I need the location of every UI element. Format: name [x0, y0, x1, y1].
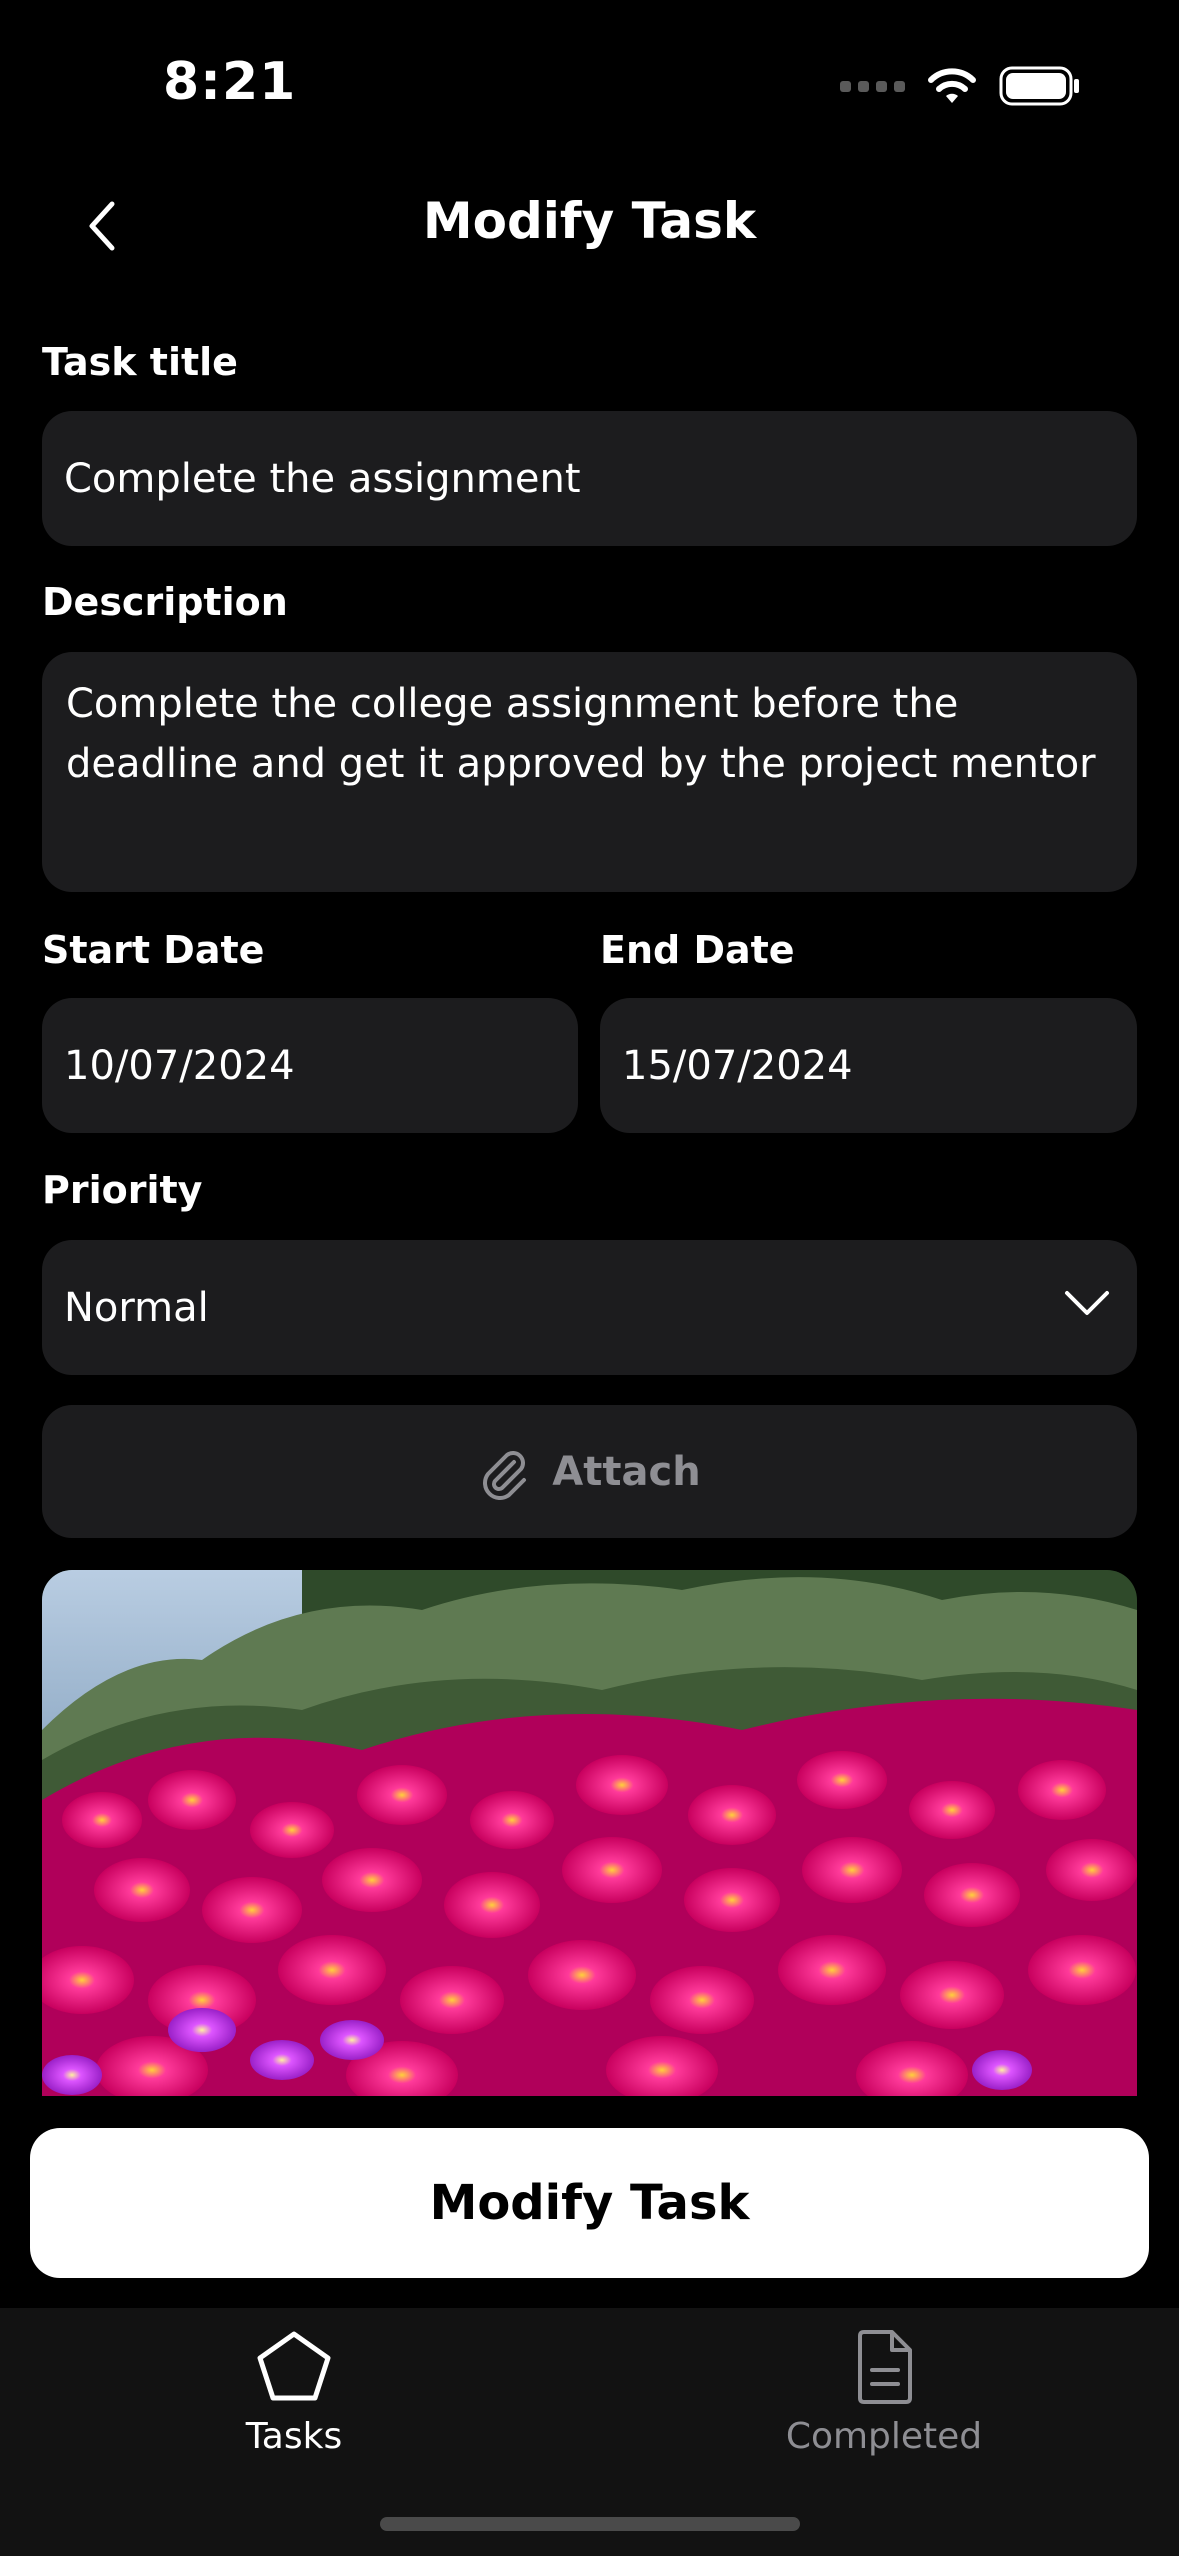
priority-label: Priority: [42, 1168, 203, 1212]
status-time: 8:21: [163, 52, 297, 112]
start-date-input[interactable]: 10/07/2024: [42, 998, 578, 1133]
end-date-label: End Date: [600, 928, 795, 972]
start-date-value: 10/07/2024: [64, 1042, 295, 1089]
task-title-input[interactable]: Complete the assignment: [42, 411, 1137, 546]
flower-photo: [42, 1570, 1137, 2096]
end-date-input[interactable]: 15/07/2024: [600, 998, 1137, 1133]
status-icons: [840, 66, 1081, 106]
tab-tasks[interactable]: Tasks: [144, 2328, 444, 2457]
chevron-down-icon: [1065, 1291, 1109, 1315]
task-title-value: Complete the assignment: [64, 455, 581, 502]
modify-task-button-label: Modify Task: [429, 2175, 750, 2231]
home-indicator: [380, 2517, 800, 2531]
wifi-icon: [928, 68, 976, 103]
start-date-label: Start Date: [42, 928, 265, 972]
modify-task-button[interactable]: Modify Task: [30, 2128, 1149, 2278]
page-title: Modify Task: [422, 192, 757, 250]
paperclip-icon: [483, 1450, 527, 1500]
battery-icon: [999, 66, 1079, 106]
attach-label: Attach: [552, 1448, 701, 1495]
description-textarea[interactable]: Complete the college assignment before t…: [42, 652, 1137, 892]
priority-value: Normal: [64, 1284, 209, 1331]
end-date-value: 15/07/2024: [622, 1042, 853, 1089]
tab-tasks-label: Tasks: [245, 2416, 343, 2457]
pentagon-icon: [257, 2331, 331, 2401]
priority-select[interactable]: Normal: [42, 1240, 1137, 1375]
cellular-signal-icon: [840, 80, 905, 92]
tab-completed-label: Completed: [785, 2416, 983, 2457]
tab-completed[interactable]: Completed: [734, 2328, 1034, 2457]
attached-image[interactable]: [42, 1570, 1137, 2096]
document-icon: [858, 2330, 912, 2404]
description-value: Complete the college assignment before t…: [66, 681, 1096, 787]
task-title-label: Task title: [42, 340, 238, 384]
attach-button[interactable]: Attach: [42, 1405, 1137, 1538]
description-label: Description: [42, 580, 288, 624]
